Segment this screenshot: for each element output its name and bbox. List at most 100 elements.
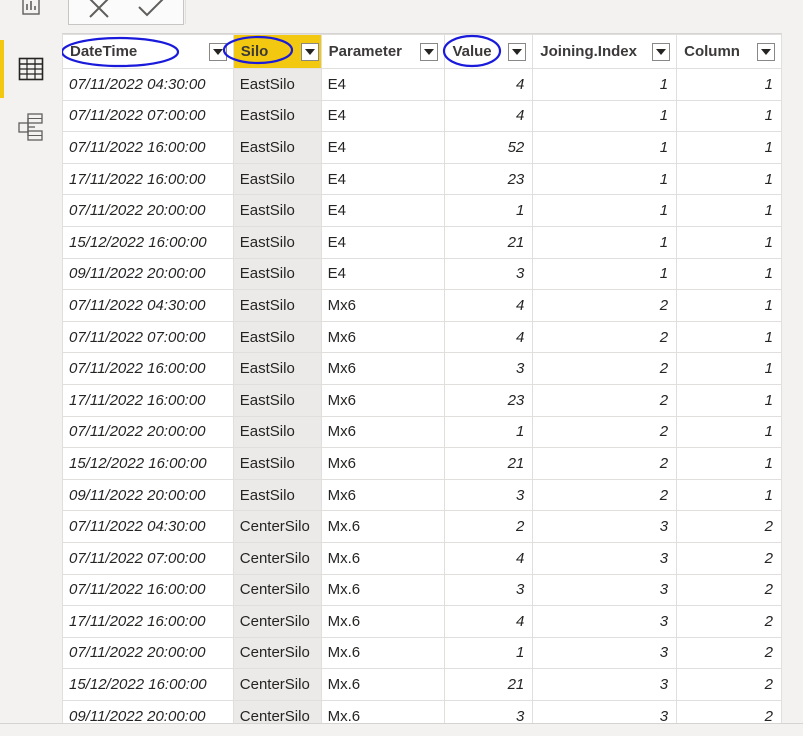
cell-datetime[interactable]: 07/11/2022 20:00:00 xyxy=(62,636,234,670)
column-header-value[interactable]: Value xyxy=(444,34,534,69)
cell-joining-index[interactable]: 1 xyxy=(532,68,678,101)
cell-parameter[interactable]: Mx6 xyxy=(320,383,446,417)
cell-column[interactable]: 2 xyxy=(676,668,782,701)
table-row[interactable]: 07/11/2022 07:00:00 EastSilo E4 4 1 1 xyxy=(62,99,782,133)
cell-parameter[interactable]: E4 xyxy=(320,68,446,101)
cell-column[interactable]: 2 xyxy=(676,605,782,638)
cell-datetime[interactable]: 07/11/2022 04:30:00 xyxy=(62,510,234,543)
cell-silo[interactable]: CenterSilo xyxy=(232,636,322,670)
cell-datetime[interactable]: 17/11/2022 16:00:00 xyxy=(62,162,234,196)
cell-silo[interactable]: EastSilo xyxy=(232,352,322,385)
cell-parameter[interactable]: E4 xyxy=(320,257,446,291)
cell-value[interactable]: 2 xyxy=(444,510,534,543)
cell-column[interactable]: 2 xyxy=(676,699,782,724)
cell-value[interactable]: 3 xyxy=(444,478,534,512)
cell-column[interactable]: 1 xyxy=(676,320,782,354)
cell-joining-index[interactable]: 2 xyxy=(532,352,678,385)
table-row[interactable]: 09/11/2022 20:00:00 EastSilo Mx6 3 2 1 xyxy=(62,478,782,512)
cell-silo[interactable]: EastSilo xyxy=(232,320,322,354)
cell-joining-index[interactable]: 3 xyxy=(532,573,678,607)
table-row[interactable]: 07/11/2022 04:30:00 EastSilo E4 4 1 1 xyxy=(62,68,782,101)
cell-value[interactable]: 4 xyxy=(444,541,534,575)
filter-dropdown-icon[interactable] xyxy=(508,42,527,61)
cell-joining-index[interactable]: 2 xyxy=(532,289,678,322)
cell-silo[interactable]: EastSilo xyxy=(232,478,322,512)
column-header-joining-index[interactable]: Joining.Index xyxy=(532,34,678,69)
cell-silo[interactable]: EastSilo xyxy=(232,225,322,259)
table-row[interactable]: 07/11/2022 16:00:00 EastSilo E4 52 1 1 xyxy=(62,131,782,164)
filter-dropdown-icon[interactable] xyxy=(208,42,227,61)
cell-column[interactable]: 1 xyxy=(676,415,782,449)
cell-joining-index[interactable]: 3 xyxy=(532,668,678,701)
cell-datetime[interactable]: 17/11/2022 16:00:00 xyxy=(62,383,234,417)
table-row[interactable]: 09/11/2022 20:00:00 EastSilo E4 3 1 1 xyxy=(62,257,782,291)
cell-parameter[interactable]: E4 xyxy=(320,194,446,227)
filter-dropdown-icon[interactable] xyxy=(420,42,439,61)
cell-column[interactable]: 1 xyxy=(676,257,782,291)
cell-datetime[interactable]: 17/11/2022 16:00:00 xyxy=(62,605,234,638)
cell-value[interactable]: 21 xyxy=(444,225,534,259)
cell-parameter[interactable]: Mx6 xyxy=(320,447,446,480)
cell-parameter[interactable]: Mx.6 xyxy=(320,510,446,543)
cell-value[interactable]: 4 xyxy=(444,605,534,638)
cell-silo[interactable]: EastSilo xyxy=(232,162,322,196)
cell-datetime[interactable]: 07/11/2022 04:30:00 xyxy=(62,289,234,322)
cell-datetime[interactable]: 07/11/2022 04:30:00 xyxy=(62,68,234,101)
cell-datetime[interactable]: 07/11/2022 07:00:00 xyxy=(62,320,234,354)
cell-parameter[interactable]: Mx.6 xyxy=(320,541,446,575)
table-row[interactable]: 07/11/2022 16:00:00 CenterSilo Mx.6 3 3 2 xyxy=(62,573,782,607)
cell-joining-index[interactable]: 2 xyxy=(532,447,678,480)
table-row[interactable]: 07/11/2022 20:00:00 EastSilo E4 1 1 1 xyxy=(62,194,782,227)
cell-silo[interactable]: CenterSilo xyxy=(232,510,322,543)
cell-joining-index[interactable]: 2 xyxy=(532,320,678,354)
cell-parameter[interactable]: Mx6 xyxy=(320,289,446,322)
filter-dropdown-icon[interactable] xyxy=(757,42,775,61)
report-view-icon[interactable] xyxy=(14,0,48,24)
cell-joining-index[interactable]: 1 xyxy=(532,131,678,164)
cell-parameter[interactable]: Mx.6 xyxy=(320,573,446,607)
cell-value[interactable]: 3 xyxy=(444,699,534,724)
cell-parameter[interactable]: Mx6 xyxy=(320,320,446,354)
cell-silo[interactable]: EastSilo xyxy=(232,99,322,133)
cell-joining-index[interactable]: 3 xyxy=(532,636,678,670)
cell-datetime[interactable]: 07/11/2022 16:00:00 xyxy=(62,131,234,164)
table-row[interactable]: 07/11/2022 04:30:00 CenterSilo Mx.6 2 3 2 xyxy=(62,510,782,543)
cell-silo[interactable]: CenterSilo xyxy=(232,573,322,607)
table-row[interactable]: 07/11/2022 16:00:00 EastSilo Mx6 3 2 1 xyxy=(62,352,782,385)
cell-value[interactable]: 23 xyxy=(444,162,534,196)
cell-value[interactable]: 4 xyxy=(444,68,534,101)
cell-value[interactable]: 1 xyxy=(444,194,534,227)
table-row[interactable]: 17/11/2022 16:00:00 CenterSilo Mx.6 4 3 2 xyxy=(62,605,782,638)
cell-value[interactable]: 1 xyxy=(444,415,534,449)
cell-column[interactable]: 1 xyxy=(676,68,782,101)
cell-parameter[interactable]: Mx6 xyxy=(320,478,446,512)
cell-value[interactable]: 21 xyxy=(444,668,534,701)
cell-column[interactable]: 1 xyxy=(676,194,782,227)
filter-dropdown-icon[interactable] xyxy=(300,42,319,61)
cell-datetime[interactable]: 15/12/2022 16:00:00 xyxy=(62,668,234,701)
column-header-datetime[interactable]: DateTime xyxy=(62,34,234,69)
cell-column[interactable]: 1 xyxy=(676,162,782,196)
cell-value[interactable]: 52 xyxy=(444,131,534,164)
cell-value[interactable]: 4 xyxy=(444,289,534,322)
cell-parameter[interactable]: E4 xyxy=(320,99,446,133)
cell-column[interactable]: 1 xyxy=(676,289,782,322)
cell-silo[interactable]: EastSilo xyxy=(232,257,322,291)
cell-parameter[interactable]: E4 xyxy=(320,162,446,196)
cell-joining-index[interactable]: 1 xyxy=(532,162,678,196)
cell-silo[interactable]: EastSilo xyxy=(232,194,322,227)
cell-datetime[interactable]: 09/11/2022 20:00:00 xyxy=(62,257,234,291)
cell-parameter[interactable]: Mx.6 xyxy=(320,605,446,638)
cell-value[interactable]: 4 xyxy=(444,320,534,354)
cell-value[interactable]: 23 xyxy=(444,383,534,417)
cell-joining-index[interactable]: 3 xyxy=(532,605,678,638)
cell-joining-index[interactable]: 1 xyxy=(532,99,678,133)
cell-parameter[interactable]: Mx.6 xyxy=(320,636,446,670)
cell-silo[interactable]: CenterSilo xyxy=(232,541,322,575)
column-header-parameter[interactable]: Parameter xyxy=(320,34,446,69)
table-row[interactable]: 07/11/2022 20:00:00 CenterSilo Mx.6 1 3 2 xyxy=(62,636,782,670)
cell-joining-index[interactable]: 1 xyxy=(532,225,678,259)
cell-datetime[interactable]: 07/11/2022 16:00:00 xyxy=(62,352,234,385)
table-row[interactable]: 07/11/2022 20:00:00 EastSilo Mx6 1 2 1 xyxy=(62,415,782,449)
cell-silo[interactable]: CenterSilo xyxy=(232,699,322,724)
